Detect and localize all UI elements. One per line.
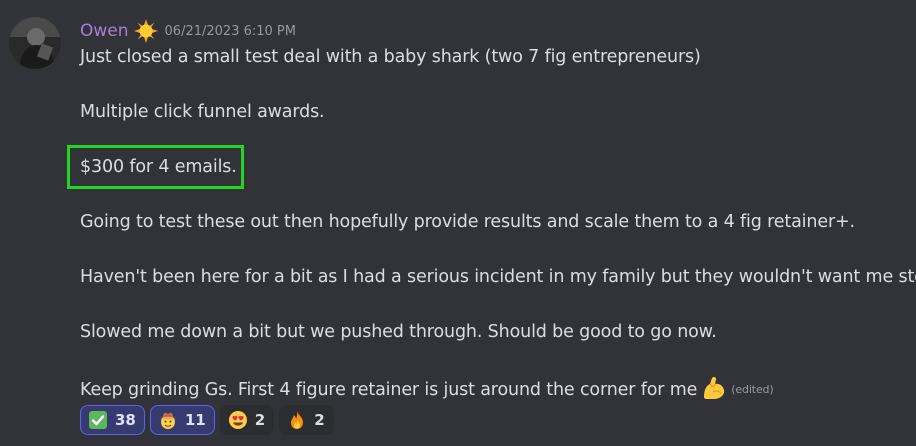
message-line: Slowed me down a bit but we pushed throu… [80,322,717,342]
message-text: Keep grinding Gs. First 4 figure retaine… [80,380,698,400]
message-header: Owen 06/21/2023 6:10 PM [80,17,296,45]
reaction-cowboy[interactable]: 11 [149,405,215,435]
flexed-biceps-icon [701,375,727,401]
cowboy-face-icon [158,410,178,430]
reaction-count: 2 [254,411,266,429]
edited-label: (edited) [731,383,774,396]
reaction-count: 11 [184,411,206,429]
timestamp: 06/21/2023 6:10 PM [164,23,296,39]
username[interactable]: Owen [80,21,129,41]
reactions-bar: 38 11 2 2 [80,405,334,435]
fire-icon [287,410,307,430]
message-line: Going to test these out then hopefully p… [80,212,855,232]
reaction-check[interactable]: 38 [80,405,145,435]
avatar-image [9,17,61,69]
avatar[interactable] [9,17,61,69]
check-mark-icon [88,410,108,430]
heart-eyes-face-icon [228,410,248,430]
reaction-count: 2 [314,411,325,429]
message-line: Just closed a small test deal with a bab… [80,47,701,67]
message-line: Haven't been here for a bit as I had a s… [80,267,916,287]
reaction-count: 38 [115,411,136,429]
chat-message: Owen 06/21/2023 6:10 PM Just closed a sm… [0,0,916,446]
message-line-last: Keep grinding Gs. First 4 figure retaine… [80,375,774,402]
sun-icon[interactable] [133,18,159,44]
message-line: Multiple click funnel awards. [80,102,325,122]
reaction-heart-eyes[interactable]: 2 [219,405,275,435]
message-line-highlighted: $300 for 4 emails. [80,157,237,177]
reaction-fire[interactable]: 2 [279,405,334,435]
